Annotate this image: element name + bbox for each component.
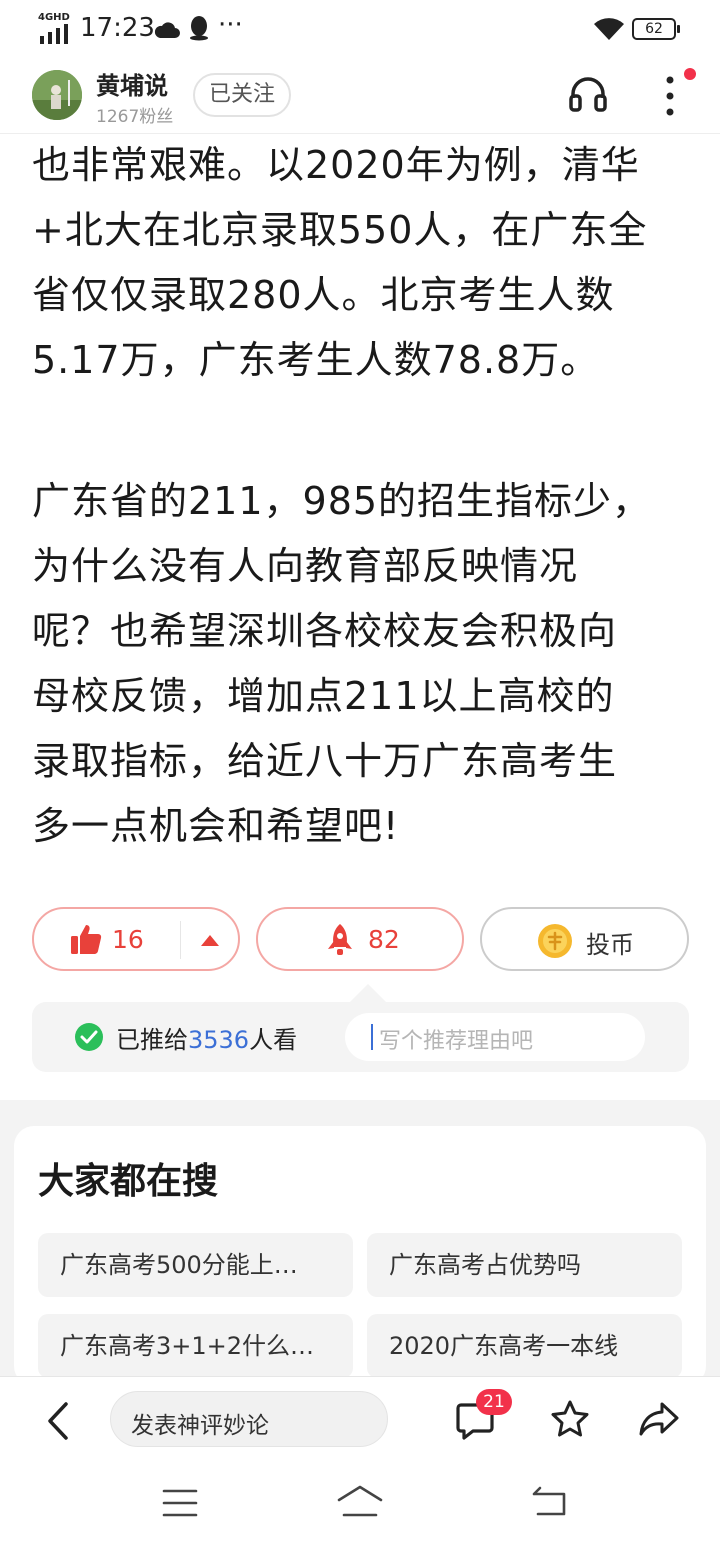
hot-search-title: 大家都在搜	[38, 1161, 219, 1202]
text-cursor	[371, 1024, 373, 1050]
article-line: 广东省的211，985的招生指标少，	[32, 479, 652, 523]
recommend-reason-input[interactable]: 写个推荐理由吧	[345, 1013, 645, 1061]
back-arrow-icon[interactable]	[44, 1401, 72, 1441]
more-menu-icon[interactable]	[660, 74, 680, 118]
like-button[interactable]: 16	[32, 907, 240, 971]
recommend-prefix: 已推给	[116, 1026, 188, 1054]
article-paragraph: 广东省的211，985的招生指标少， 为什么没有人向教育部反映情况 呢？也希望深…	[32, 469, 692, 859]
check-circle-icon	[75, 1023, 103, 1051]
thumbs-up-icon	[71, 925, 102, 954]
author-name[interactable]: 黄埔说	[96, 66, 168, 101]
recommend-status-box: 已推给3536人看 写个推荐理由吧	[32, 1002, 689, 1072]
follower-count: 1267粉丝	[96, 107, 174, 127]
bottom-action-bar: 发表神评妙论 21	[0, 1376, 720, 1464]
headphones-icon[interactable]	[568, 74, 608, 114]
article-paragraph: 也非常艰难。以2020年为例，清华 +北大在北京录取550人，在广东全 省仅仅录…	[32, 133, 692, 393]
follow-button[interactable]: 已关注	[193, 73, 291, 117]
recommend-count: 82	[368, 925, 400, 954]
system-navigation-bar	[0, 1464, 720, 1544]
expand-up-icon[interactable]	[200, 933, 220, 947]
notification-dot	[684, 68, 696, 80]
status-bar: 4GHD 17:23 ··· 62	[0, 0, 720, 58]
home-icon[interactable]	[336, 1484, 384, 1518]
qq-icon	[190, 16, 208, 41]
coin-icon	[538, 924, 572, 958]
article-line: 多一点机会和希望吧!	[32, 804, 400, 848]
article-line: 呢？也希望深圳各校校友会积极向	[32, 609, 618, 653]
cloud-icon	[154, 22, 180, 38]
recommend-reason-placeholder: 写个推荐理由吧	[379, 1029, 534, 1054]
share-icon[interactable]	[638, 1401, 680, 1437]
recommend-button[interactable]: 82	[256, 907, 464, 971]
article-line: 为什么没有人向教育部反映情况	[32, 544, 579, 588]
article-line: 5.17万，广东考生人数78.8万。	[32, 338, 600, 382]
status-time: 17:23	[80, 13, 155, 43]
comment-count-badge: 21	[476, 1389, 512, 1415]
recommend-count-link: 3536	[188, 1026, 250, 1054]
recommend-text: 已推给3536人看	[116, 1020, 297, 1055]
like-count: 16	[112, 925, 144, 954]
favorite-star-icon[interactable]	[550, 1399, 590, 1439]
network-type: 4GHD	[38, 12, 70, 23]
avatar[interactable]	[32, 70, 82, 120]
search-chip[interactable]: 广东高考500分能上…	[38, 1233, 353, 1297]
rocket-icon	[328, 924, 352, 955]
battery-icon: 62	[632, 18, 680, 40]
pointer-arrow	[350, 984, 386, 1002]
signal-icon: 4GHD	[38, 12, 72, 44]
article-header: 黄埔说 1267粉丝 已关注	[0, 58, 720, 134]
coin-button[interactable]: 投币	[480, 907, 689, 971]
hot-search-card: 大家都在搜 广东高考500分能上… 广东高考占优势吗 广东高考3+1+2什么… …	[14, 1126, 706, 1386]
comment-placeholder: 发表神评妙论	[131, 1413, 269, 1439]
menu-icon[interactable]	[162, 1488, 198, 1518]
status-more: ···	[218, 10, 243, 40]
return-icon[interactable]	[530, 1486, 568, 1518]
article-line: 也非常艰难。以2020年为例，清华	[32, 143, 640, 187]
article-line: 母校反馈，增加点211以上高校的	[32, 674, 615, 718]
recommend-suffix: 人看	[249, 1026, 298, 1054]
search-chip[interactable]: 2020广东高考一本线	[367, 1314, 682, 1378]
battery-level: 62	[645, 21, 663, 37]
article-line: 省仅仅录取280人。北京考生人数	[32, 273, 615, 317]
search-chip[interactable]: 广东高考占优势吗	[367, 1233, 682, 1297]
comment-input[interactable]: 发表神评妙论	[110, 1391, 388, 1447]
coin-label: 投币	[586, 931, 634, 959]
search-chip[interactable]: 广东高考3+1+2什么…	[38, 1314, 353, 1378]
article-line: 录取指标，给近八十万广东高考生	[32, 739, 618, 783]
divider	[180, 921, 181, 959]
wifi-icon	[594, 18, 624, 40]
article-line: +北大在北京录取550人，在广东全	[32, 208, 648, 252]
